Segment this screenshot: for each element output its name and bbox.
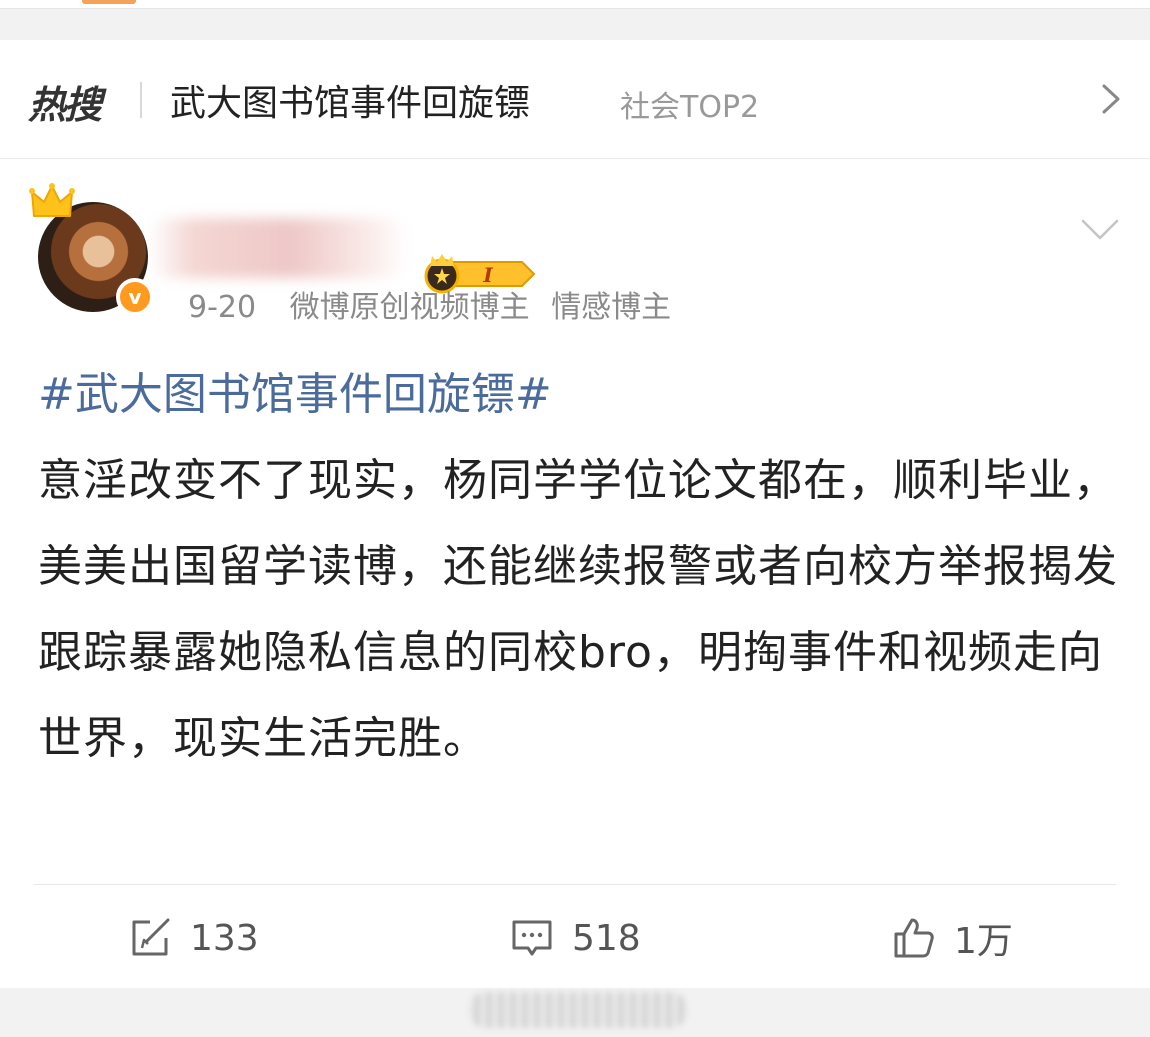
- verified-badge: v: [116, 278, 154, 316]
- hot-search-logo: 热搜: [28, 83, 102, 127]
- repost-icon: [132, 918, 170, 956]
- post-body: #武大图书馆事件回旋镖# 意淫改变不了现实，杨同学学位论文都在，顺利毕业，美美出…: [38, 352, 1118, 782]
- post-date: 9-20: [188, 290, 257, 325]
- username-redacted[interactable]: [148, 218, 408, 278]
- previous-card-edge: [0, 0, 1150, 9]
- hot-search-bar[interactable]: 热搜 武大图书馆事件回旋镖 社会TOP2: [0, 40, 1150, 159]
- weibo-post-card: 热搜 武大图书馆事件回旋镖 社会TOP2 v I 9-20 微博原创视频博主 情…: [0, 40, 1150, 988]
- repost-count: 133: [190, 917, 259, 959]
- action-divider: [34, 884, 1116, 885]
- chevron-right-icon[interactable]: [1096, 82, 1126, 116]
- like-button[interactable]: 1万: [892, 908, 1013, 968]
- topic-link[interactable]: #武大图书馆事件回旋镖#: [38, 352, 1118, 438]
- verification-label-2: 情感博主: [551, 290, 672, 325]
- hot-search-divider: [140, 82, 142, 118]
- post-text: 意淫改变不了现实，杨同学学位论文都在，顺利毕业，美美出国留学读博，还能继续报警或…: [38, 455, 1118, 764]
- comment-count: 518: [572, 917, 641, 959]
- post-meta: 9-20 微博原创视频博主 情感博主: [188, 282, 671, 326]
- thumbs-up-icon: [894, 918, 934, 958]
- comment-button[interactable]: 518: [510, 908, 641, 968]
- hot-search-title[interactable]: 武大图书馆事件回旋镖: [170, 74, 530, 126]
- avatar[interactable]: v: [28, 182, 158, 316]
- bottom-watermark-blur: [468, 992, 688, 1028]
- top-strip: [0, 0, 1150, 40]
- verification-label-1: 微博原创视频博主: [289, 290, 530, 325]
- like-count: 1万: [954, 921, 1013, 962]
- crown-icon: [29, 183, 75, 217]
- previous-card-accent: [82, 0, 136, 4]
- chevron-down-icon[interactable]: [1080, 216, 1120, 244]
- comment-icon: [512, 920, 552, 956]
- hot-search-tag: 社会TOP2: [620, 90, 760, 125]
- repost-button[interactable]: 133: [128, 908, 259, 968]
